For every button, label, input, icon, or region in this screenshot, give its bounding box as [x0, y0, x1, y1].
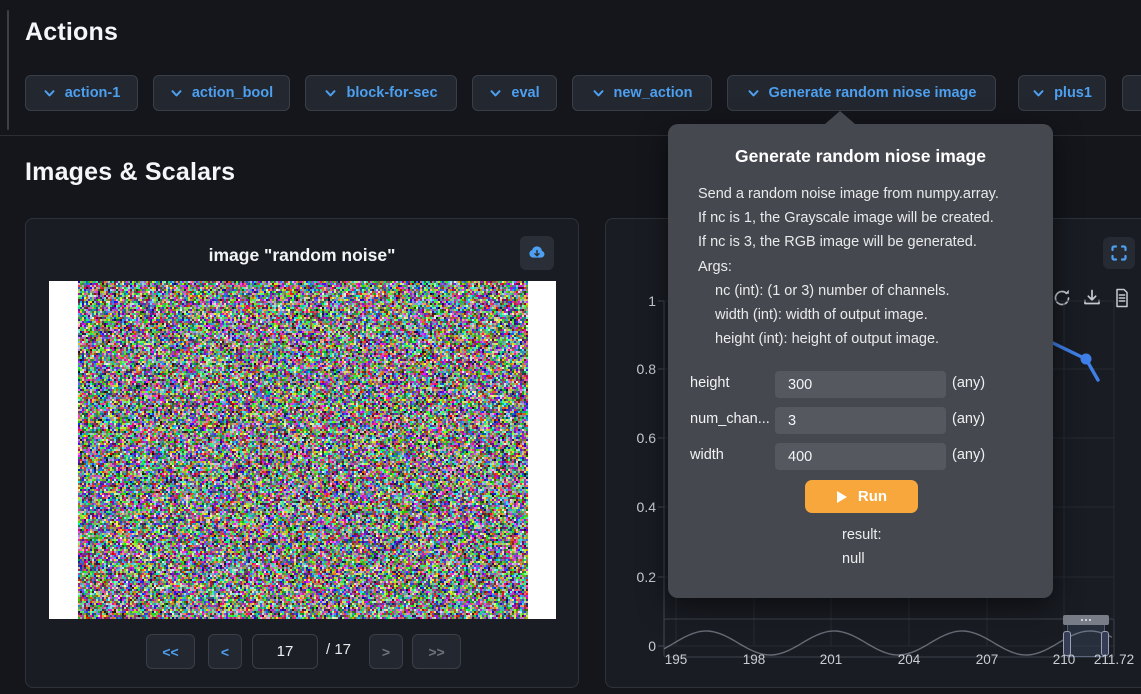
chevron-down-icon: [592, 87, 605, 100]
popup-caret: [825, 111, 855, 124]
x-tick-label: 195: [644, 652, 708, 668]
image-card-title: image "random noise": [26, 245, 578, 266]
popup-title: Generate random niose image: [668, 146, 1053, 167]
arg-type-hint: (any): [952, 447, 985, 463]
pagination-last-button[interactable]: >>: [412, 634, 461, 669]
action-popup: Generate random niose image Send a rando…: [668, 124, 1053, 598]
arg-row-height: height (any): [668, 371, 1053, 398]
pagination-prev-button[interactable]: <: [208, 634, 242, 669]
action-button-action-bool[interactable]: action_bool: [153, 75, 290, 111]
chevron-down-icon: [324, 87, 337, 100]
arg-label: height: [690, 375, 774, 391]
action-button-label: action-1: [65, 85, 121, 101]
description-line: nc (int): (1 or 3) number of channels.: [698, 279, 1029, 303]
arg-width-input[interactable]: [775, 443, 946, 470]
play-icon: [836, 490, 848, 504]
action-button-new-action[interactable]: new_action: [572, 75, 712, 111]
left-edge-scroll-hint: [7, 10, 9, 130]
pagination-total-label: / 17: [326, 641, 351, 658]
description-line: height (int): height of output image.: [698, 327, 1029, 351]
result-value: null: [842, 551, 865, 567]
x-tick-label: 211.72: [1082, 652, 1141, 668]
action-button-label: Generate random niose image: [769, 85, 977, 101]
actions-section-title: Actions: [25, 18, 118, 47]
pagination-page-input[interactable]: [252, 634, 318, 669]
action-button-label: new_action: [614, 85, 693, 101]
images-scalars-section-title: Images & Scalars: [25, 158, 235, 187]
action-button-label: eval: [511, 85, 539, 101]
run-button[interactable]: Run: [805, 480, 918, 513]
action-button-plus1[interactable]: plus1: [1018, 75, 1106, 111]
arg-row-num-channels: num_chan... (any): [668, 407, 1053, 434]
datazoom-move-handle[interactable]: [1063, 615, 1109, 625]
arg-label: num_chan...: [690, 411, 774, 427]
pagination-next-button[interactable]: >: [369, 634, 403, 669]
dashboard-page: Actions action-1 action_bool block-for-s…: [0, 0, 1141, 694]
result-label: result:: [842, 527, 882, 543]
x-tick-label: 207: [955, 652, 1019, 668]
popup-description: Send a random noise image from numpy.arr…: [698, 182, 1029, 351]
pagination-first-button[interactable]: <<: [146, 634, 195, 669]
x-tick-label: 204: [877, 652, 941, 668]
action-button-eval[interactable]: eval: [472, 75, 557, 111]
description-line: Args:: [698, 255, 1029, 279]
arg-height-input[interactable]: [775, 371, 946, 398]
action-button-label: block-for-sec: [346, 85, 437, 101]
cloud-download-icon: [527, 245, 547, 262]
description-line: If nc is 1, the Grayscale image will be …: [698, 206, 1029, 230]
chevron-down-icon: [747, 87, 760, 100]
action-button-label: plus1: [1054, 85, 1092, 101]
action-button-partial[interactable]: [1122, 75, 1141, 111]
chevron-down-icon: [170, 87, 183, 100]
arg-num-channels-input[interactable]: [775, 407, 946, 434]
chevron-down-icon: [1032, 87, 1045, 100]
chevron-down-icon: [43, 87, 56, 100]
action-button-block-for-sec[interactable]: block-for-sec: [305, 75, 457, 111]
chevron-down-icon: [489, 87, 502, 100]
arg-label: width: [690, 447, 774, 463]
arg-type-hint: (any): [952, 411, 985, 427]
action-button-label: action_bool: [192, 85, 273, 101]
description-line: Send a random noise image from numpy.arr…: [698, 182, 1029, 206]
image-card: image "random noise" << < / 17 > >>: [25, 218, 579, 688]
description-line: If nc is 3, the RGB image will be genera…: [698, 230, 1029, 254]
arg-type-hint: (any): [952, 375, 985, 391]
run-button-label: Run: [858, 488, 887, 505]
noise-image: [78, 281, 528, 619]
cloud-download-button[interactable]: [520, 236, 554, 270]
description-line: width (int): width of output image.: [698, 303, 1029, 327]
image-display-frame: [49, 281, 556, 619]
arg-row-width: width (any): [668, 443, 1053, 470]
action-button-action-1[interactable]: action-1: [25, 75, 138, 111]
x-tick-label: 201: [799, 652, 863, 668]
x-tick-label: 198: [722, 652, 786, 668]
action-button-generate-random-noise-image[interactable]: Generate random niose image: [727, 75, 996, 111]
